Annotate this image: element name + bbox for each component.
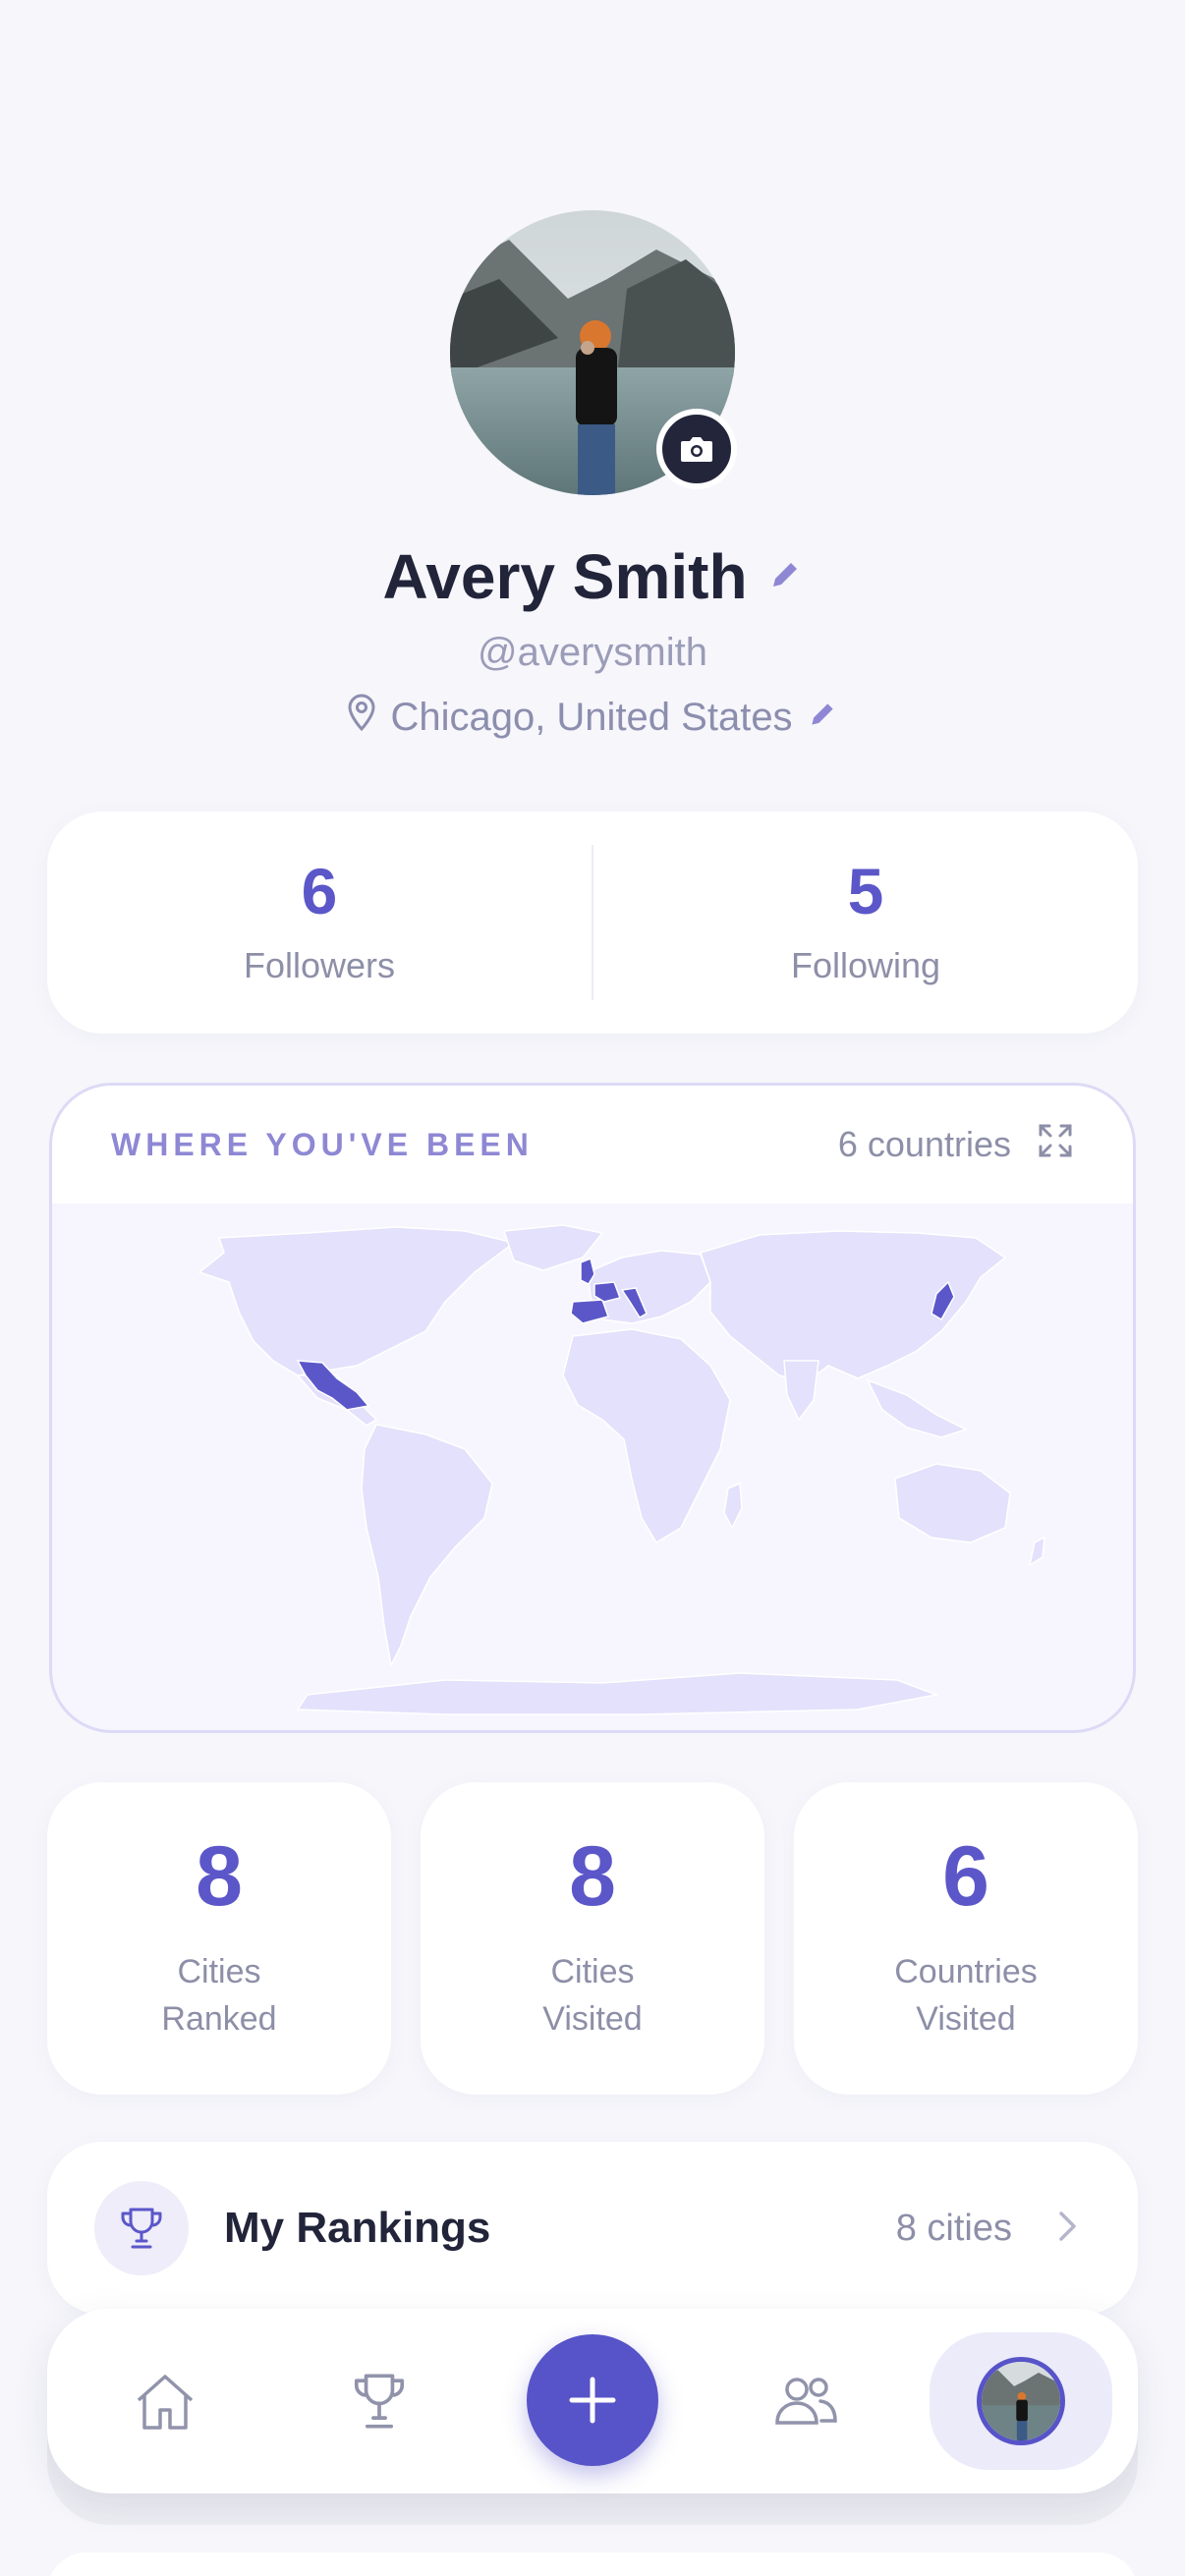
profile-handle: @averysmith bbox=[478, 631, 707, 674]
location-row: Chicago, United States bbox=[0, 694, 1185, 741]
trophy-icon bbox=[354, 2374, 405, 2429]
countries-count: 6 countries bbox=[837, 1124, 1011, 1164]
change-photo-button[interactable] bbox=[656, 409, 737, 489]
edit-name-icon[interactable] bbox=[767, 557, 803, 597]
stat-label-line1: Cities bbox=[550, 1953, 635, 1990]
profile-location: Chicago, United States bbox=[390, 695, 793, 739]
nav-profile[interactable] bbox=[930, 2332, 1112, 2470]
map-header-right: 6 countries bbox=[838, 1122, 1074, 1168]
bottom-nav bbox=[47, 2309, 1138, 2493]
my-rankings-row[interactable]: My Rankings 8 cities bbox=[47, 2142, 1138, 2315]
stat-label-line2: Visited bbox=[916, 2000, 1016, 2038]
people-icon bbox=[775, 2378, 837, 2425]
nav-friends[interactable] bbox=[761, 2356, 851, 2446]
followers-count: 6 bbox=[301, 855, 338, 927]
stat-cities-ranked[interactable]: 8 Cities Ranked bbox=[47, 1782, 391, 2095]
nav-rankings[interactable] bbox=[334, 2356, 424, 2446]
camera-icon bbox=[681, 437, 712, 462]
stat-label-line1: Cities bbox=[177, 1953, 261, 1990]
location-pin-icon bbox=[347, 694, 376, 741]
chevron-right-icon bbox=[1057, 2210, 1079, 2248]
next-section-card bbox=[47, 2552, 1138, 2576]
following-button[interactable]: 5 Following bbox=[593, 812, 1138, 1034]
profile-avatar bbox=[977, 2357, 1065, 2445]
following-label: Following bbox=[790, 945, 941, 985]
plus-icon bbox=[569, 2377, 616, 2424]
stat-value: 8 bbox=[196, 1829, 243, 1924]
trophy-icon bbox=[94, 2181, 189, 2275]
add-button[interactable] bbox=[527, 2334, 658, 2466]
stat-label-line2: Visited bbox=[542, 2000, 643, 2038]
following-count: 5 bbox=[847, 855, 884, 927]
nav-home[interactable] bbox=[120, 2356, 210, 2446]
stat-cities-visited[interactable]: 8 Cities Visited bbox=[421, 1782, 764, 2095]
edit-location-icon[interactable] bbox=[807, 696, 838, 740]
home-icon bbox=[137, 2375, 194, 2430]
social-card: 6 Followers 5 Following bbox=[47, 812, 1138, 1034]
profile-name: Avery Smith bbox=[382, 541, 748, 612]
expand-icon[interactable] bbox=[1037, 1122, 1074, 1168]
name-row: Avery Smith bbox=[0, 540, 1185, 613]
followers-button[interactable]: 6 Followers bbox=[47, 812, 592, 1034]
followers-label: Followers bbox=[243, 945, 396, 985]
travel-map-card[interactable]: WHERE YOU'VE BEEN 6 countries bbox=[49, 1083, 1136, 1733]
stat-label: Countries Visited bbox=[894, 1948, 1038, 2043]
my-rankings-title: My Rankings bbox=[224, 2204, 491, 2252]
stat-countries-visited[interactable]: 6 Countries Visited bbox=[794, 1782, 1138, 2095]
my-rankings-count: 8 cities bbox=[895, 2207, 1012, 2249]
map-header: WHERE YOU'VE BEEN 6 countries bbox=[52, 1086, 1133, 1204]
stat-label: Cities Ranked bbox=[161, 1948, 276, 2043]
map-title: WHERE YOU'VE BEEN bbox=[111, 1126, 534, 1162]
stat-label-line1: Countries bbox=[894, 1953, 1038, 1990]
stat-value: 8 bbox=[569, 1829, 616, 1924]
stat-label: Cities Visited bbox=[542, 1948, 642, 2043]
stat-label-line2: Ranked bbox=[161, 2000, 277, 2038]
profile-avatar-container bbox=[450, 210, 737, 495]
world-map bbox=[52, 1204, 1133, 1730]
stat-value: 6 bbox=[942, 1829, 989, 1924]
